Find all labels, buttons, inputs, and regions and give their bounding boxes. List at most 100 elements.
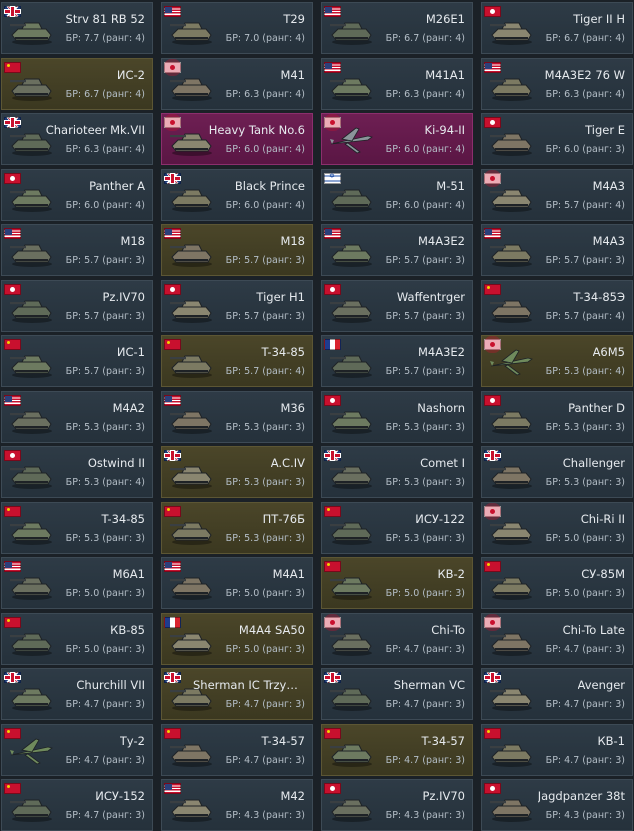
vehicle-card[interactable]: Tiger II H БР: 6.7 (ранг: 4) [481,2,633,54]
vehicle-battle-rating: БР: 6.3 (ранг: 4) [65,144,145,155]
vehicle-battle-rating: БР: 5.7 (ранг: 3) [65,366,145,377]
vehicle-card[interactable]: Black Prince БР: 6.0 (ранг: 4) [161,168,313,221]
vehicle-card[interactable]: Panther D БР: 5.3 (ранг: 3) [481,390,633,443]
tank-icon [170,744,212,767]
vehicle-name: Chi-To [431,622,465,637]
vehicle-card[interactable]: Sherman IC Trzyni... БР: 4.7 (ранг: 3) [161,668,313,720]
vehicle-card[interactable]: КВ-2 БР: 5.0 (ранг: 3) [321,557,473,609]
tank-icon [10,300,52,323]
vehicle-name: Tiger H1 [256,289,305,304]
vehicle-card[interactable]: СУ-85М БР: 5.0 (ранг: 3) [481,557,633,609]
vehicle-card[interactable]: КВ-85 БР: 5.0 (ранг: 3) [1,612,153,665]
vehicle-card[interactable]: Tiger H1 БР: 5.7 (ранг: 3) [161,279,313,332]
vehicle-card[interactable]: Churchill VII БР: 4.7 (ранг: 3) [1,668,153,720]
vehicle-battle-rating: БР: 5.3 (ранг: 3) [545,421,625,433]
vehicle-card[interactable]: Heavy Tank No.6 БР: 6.0 (ранг: 4) [161,113,313,165]
vehicle-card[interactable]: Sherman VC БР: 4.7 (ранг: 3) [321,668,473,720]
vehicle-battle-rating: БР: 5.7 (ранг: 4) [545,199,625,211]
vehicle-card[interactable]: ИСУ-122 БР: 5.3 (ранг: 3) [321,501,473,554]
vehicle-card[interactable]: M26E1 БР: 6.7 (ранг: 4) [321,2,473,54]
vehicle-card[interactable]: T-34-85 БР: 5.3 (ранг: 3) [1,501,153,554]
vehicle-battle-rating: БР: 5.0 (ранг: 3) [545,588,625,599]
vehicle-name: Panther D [568,400,625,415]
vehicle-name: T-34-85 [101,511,145,526]
vehicle-card[interactable]: M6A1 БР: 5.0 (ранг: 3) [1,557,153,609]
vehicle-card[interactable]: Avenger БР: 4.7 (ранг: 3) [481,668,633,720]
vehicle-card[interactable]: M4A3 БР: 5.7 (ранг: 3) [481,224,633,276]
vehicle-battle-rating: БР: 5.3 (ранг: 4) [545,366,625,377]
tank-icon [330,799,372,822]
vehicle-card[interactable]: Ostwind II БР: 5.3 (ранг: 4) [1,446,153,498]
vehicle-card[interactable]: Pz.IV70 БР: 4.3 (ранг: 3) [321,779,473,831]
vehicle-card[interactable]: M4A4 SA50 БР: 5.0 (ранг: 3) [161,612,313,665]
vehicle-card[interactable]: M4A2 БР: 5.3 (ранг: 3) [1,390,153,443]
vehicle-card[interactable]: M4A3E2 76 W БР: 6.3 (ранг: 4) [481,57,633,110]
vehicle-card[interactable]: A6M5 БР: 5.3 (ранг: 4) [481,335,633,387]
vehicle-battle-rating: БР: 5.7 (ранг: 4) [225,366,305,377]
tank-icon [170,133,212,156]
vehicle-card[interactable]: Pz.IV70 БР: 5.7 (ранг: 3) [1,279,153,332]
vehicle-card[interactable]: Waffentrger БР: 5.7 (ранг: 3) [321,279,473,332]
vehicle-card[interactable]: Chi-To Late БР: 4.7 (ранг: 3) [481,612,633,665]
vehicle-name: M18 [280,234,305,248]
vehicle-card[interactable]: M42 БР: 4.3 (ранг: 3) [161,779,313,831]
vehicle-card[interactable]: Jagdpanzer 38t БР: 4.3 (ранг: 3) [481,779,633,831]
vehicle-card[interactable]: ИСУ-152 БР: 4.7 (ранг: 3) [1,779,153,831]
tank-icon [490,244,532,267]
tank-icon [330,300,372,323]
vehicle-name: A6M5 [592,345,625,359]
vehicle-card[interactable]: M-51 БР: 6.0 (ранг: 4) [321,168,473,221]
vehicle-name: M36 [280,400,305,415]
vehicle-card[interactable]: Chi-Ri II БР: 5.0 (ранг: 3) [481,501,633,554]
vehicle-card[interactable]: M41 БР: 6.3 (ранг: 4) [161,57,313,110]
tank-icon [330,744,372,767]
vehicle-card[interactable]: T-34-57 БР: 4.7 (ранг: 3) [321,723,473,776]
vehicle-card[interactable]: Nashorn БР: 5.3 (ранг: 3) [321,390,473,443]
vehicle-battle-rating: БР: 4.7 (ранг: 3) [65,754,145,766]
vehicle-card[interactable]: T29 БР: 7.0 (ранг: 4) [161,2,313,54]
vehicle-battle-rating: БР: 6.0 (ранг: 4) [385,144,465,155]
vehicle-battle-rating: БР: 5.3 (ранг: 3) [225,532,305,544]
vehicle-card[interactable]: A.C.IV БР: 5.3 (ранг: 3) [161,446,313,498]
vehicle-card[interactable]: Charioteer Mk.VII БР: 6.3 (ранг: 4) [1,113,153,165]
vehicle-name: ИС-2 [116,67,145,82]
vehicle-name: M4A4 SA50 [238,622,305,637]
vehicle-card[interactable]: Panther A БР: 6.0 (ранг: 4) [1,168,153,221]
vehicle-card[interactable]: ПТ-76Б БР: 5.3 (ранг: 3) [161,501,313,554]
tank-icon [10,522,52,545]
vehicle-battle-rating: БР: 4.7 (ранг: 3) [545,699,625,710]
vehicle-card[interactable]: ИС-2 БР: 6.7 (ранг: 4) [1,57,153,110]
vehicle-card[interactable]: M18 БР: 5.7 (ранг: 3) [161,224,313,276]
tank-icon [170,355,212,378]
vehicle-card[interactable]: M4A3E2 БР: 5.7 (ранг: 3) [321,335,473,387]
vehicle-name: Churchill VII [76,678,145,692]
vehicle-name: Charioteer Mk.VII [45,123,145,137]
vehicle-battle-rating: БР: 4.7 (ранг: 3) [225,754,305,766]
vehicle-card[interactable]: M4A1 БР: 5.0 (ранг: 3) [161,557,313,609]
vehicle-card[interactable]: Tiger E БР: 6.0 (ранг: 3) [481,113,633,165]
vehicle-card[interactable]: Ki-94-II БР: 6.0 (ранг: 4) [321,113,473,165]
vehicle-card[interactable]: Challenger БР: 5.3 (ранг: 3) [481,446,633,498]
vehicle-card[interactable]: T-34-57 БР: 4.7 (ранг: 3) [161,723,313,776]
tank-icon [10,22,52,45]
vehicle-card[interactable]: ИС-1 БР: 5.7 (ранг: 3) [1,335,153,387]
vehicle-battle-rating: БР: 4.7 (ранг: 3) [385,754,465,766]
vehicle-card[interactable]: КВ-1 БР: 4.7 (ранг: 3) [481,723,633,776]
vehicle-card[interactable]: M18 БР: 5.7 (ранг: 3) [1,224,153,276]
plane-icon [490,349,533,376]
vehicle-card[interactable]: M41A1 БР: 6.3 (ранг: 4) [321,57,473,110]
vehicle-card[interactable]: M36 БР: 5.3 (ранг: 3) [161,390,313,443]
vehicle-name: M41 [280,67,305,82]
vehicle-card[interactable]: T-34-85 БР: 5.7 (ранг: 4) [161,335,313,387]
vehicle-card[interactable]: Ту-2 БР: 4.7 (ранг: 3) [1,723,153,776]
vehicle-card[interactable]: M4A3E2 БР: 5.7 (ранг: 3) [321,224,473,276]
vehicle-card[interactable]: T-34-85Э БР: 5.7 (ранг: 4) [481,279,633,332]
vehicle-card[interactable]: Strv 81 RB 52 БР: 7.7 (ранг: 4) [1,2,153,54]
tank-icon [490,633,532,656]
vehicle-battle-rating: БР: 5.7 (ранг: 3) [385,366,465,377]
vehicle-card[interactable]: M4A3 БР: 5.7 (ранг: 4) [481,168,633,221]
vehicle-card[interactable]: Chi-To БР: 4.7 (ранг: 3) [321,612,473,665]
vehicle-name: Avenger [577,678,625,692]
vehicle-card[interactable]: Comet I БР: 5.3 (ранг: 3) [321,446,473,498]
tank-icon [330,22,372,45]
